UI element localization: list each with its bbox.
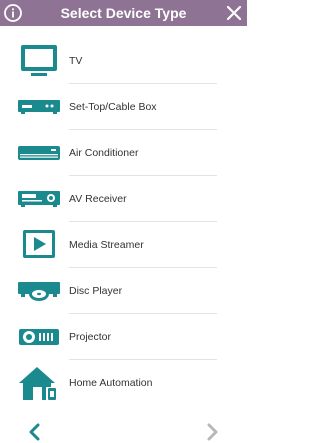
close-x-icon	[226, 5, 242, 21]
prev-button[interactable]	[25, 421, 45, 443]
device-label: Set-Top/Cable Box	[69, 101, 157, 113]
device-label: Air Conditioner	[69, 147, 139, 159]
device-item-air-conditioner[interactable]: Air Conditioner	[0, 130, 247, 176]
device-label: TV	[69, 55, 83, 67]
chevron-right-icon	[207, 423, 218, 441]
header-bar: Select Device Type	[0, 0, 247, 26]
chevron-left-icon	[29, 423, 40, 441]
media-streamer-icon	[15, 222, 63, 268]
air-conditioner-icon	[15, 130, 63, 176]
device-label: Home Automation	[69, 377, 153, 389]
device-label: Disc Player	[69, 285, 123, 297]
device-item-disc-player[interactable]: Disc Player	[0, 268, 247, 314]
av-receiver-icon	[15, 176, 63, 222]
device-label: Projector	[69, 331, 112, 343]
device-item-media-streamer[interactable]: Media Streamer	[0, 222, 247, 268]
footer-nav	[0, 421, 247, 443]
set-top-box-icon	[15, 84, 63, 130]
tv-icon	[15, 38, 63, 84]
next-button[interactable]	[202, 421, 222, 443]
device-type-list: TV Set-Top/Cable Box Air Conditioner AV …	[0, 38, 247, 406]
device-item-set-top-box[interactable]: Set-Top/Cable Box	[0, 84, 247, 130]
page-title: Select Device Type	[60, 5, 187, 21]
home-automation-icon	[15, 360, 63, 406]
device-label: Media Streamer	[69, 239, 144, 251]
device-label: AV Receiver	[69, 193, 127, 205]
close-button[interactable]	[224, 3, 244, 23]
device-item-projector[interactable]: Projector	[0, 314, 247, 360]
disc-player-icon	[15, 268, 63, 314]
device-item-av-receiver[interactable]: AV Receiver	[0, 176, 247, 222]
device-item-tv[interactable]: TV	[0, 38, 247, 84]
device-item-home-automation[interactable]: Home Automation	[0, 360, 247, 406]
projector-icon	[15, 314, 63, 360]
